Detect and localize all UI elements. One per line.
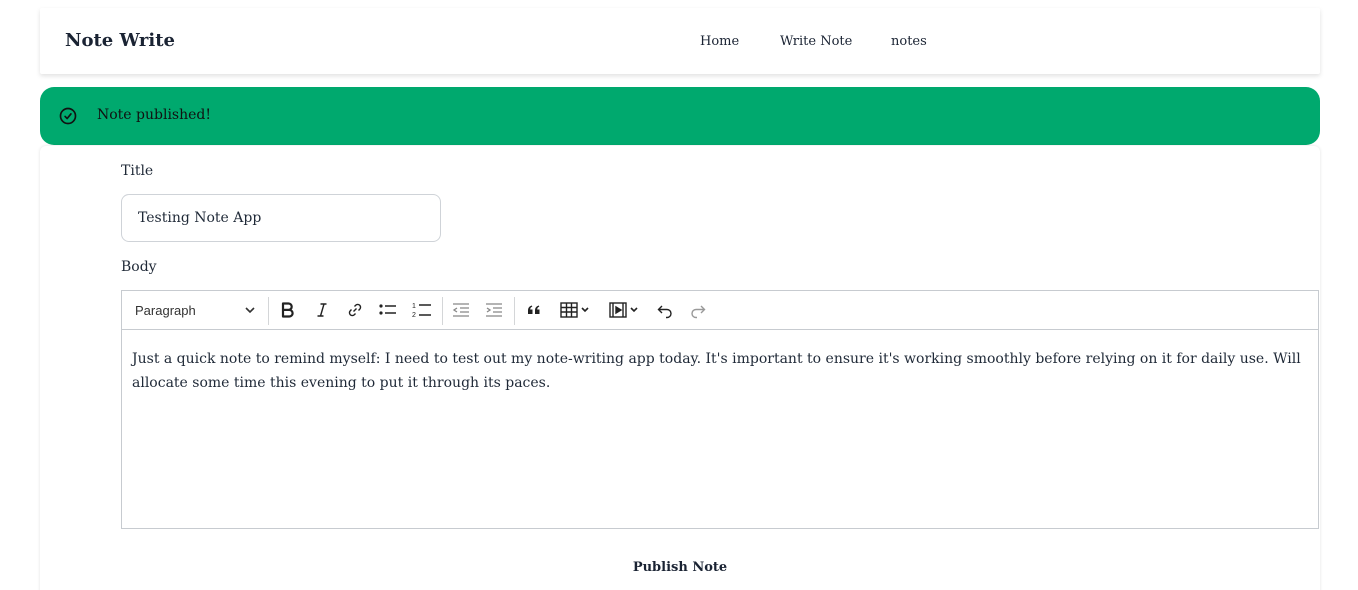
link-button[interactable] [342, 297, 368, 323]
insert-table-button[interactable] [555, 297, 595, 323]
check-circle-icon [59, 107, 77, 125]
alert-message: Note published! [97, 107, 212, 123]
indent-button[interactable] [481, 297, 507, 323]
svg-text:2: 2 [412, 312, 416, 319]
chevron-down-icon [245, 307, 255, 314]
italic-icon [317, 303, 327, 317]
indent-icon [486, 303, 502, 317]
nav-link-write-note[interactable]: Write Note [780, 34, 852, 49]
bold-button[interactable] [275, 297, 301, 323]
bulleted-list-icon [379, 304, 396, 315]
note-form: Title Body Paragraph 12 [40, 146, 1320, 590]
table-icon [560, 302, 589, 318]
toolbar-divider [514, 297, 515, 325]
heading-select[interactable]: Paragraph [126, 296, 266, 324]
outdent-button[interactable] [448, 297, 474, 323]
blockquote-button[interactable] [521, 297, 547, 323]
brand-logo[interactable]: Note Write [65, 30, 175, 51]
success-alert: Note published! [40, 87, 1320, 145]
svg-text:1: 1 [412, 303, 416, 310]
rich-text-editor: Paragraph 12 Just a quick note to remind… [121, 290, 1319, 529]
redo-button[interactable] [685, 297, 711, 323]
undo-button[interactable] [652, 297, 678, 323]
editor-toolbar: Paragraph 12 [122, 291, 1318, 330]
heading-select-value: Paragraph [135, 303, 196, 318]
nav-link-home[interactable]: Home [700, 34, 739, 49]
title-label: Title [121, 163, 154, 179]
media-icon [609, 302, 638, 318]
bold-icon [281, 302, 294, 318]
publish-note-button[interactable]: Publish Note [600, 556, 760, 578]
undo-icon [657, 305, 672, 319]
numbered-list-icon: 12 [412, 303, 431, 319]
editor-body-text[interactable]: Just a quick note to remind myself: I ne… [132, 347, 1307, 395]
outdent-icon [452, 303, 469, 317]
nav-link-notes[interactable]: notes [891, 34, 927, 49]
italic-button[interactable] [309, 297, 335, 323]
navbar: Note Write Home Write Note notes [40, 8, 1320, 74]
numbered-list-button[interactable]: 12 [409, 297, 435, 323]
blockquote-icon [528, 305, 540, 314]
link-icon [348, 303, 362, 317]
toolbar-divider [442, 297, 443, 325]
toolbar-divider [268, 297, 269, 325]
insert-media-button[interactable] [604, 297, 644, 323]
body-label: Body [121, 259, 157, 275]
redo-icon [691, 305, 706, 319]
bulleted-list-button[interactable] [375, 297, 401, 323]
title-input[interactable] [121, 194, 441, 242]
